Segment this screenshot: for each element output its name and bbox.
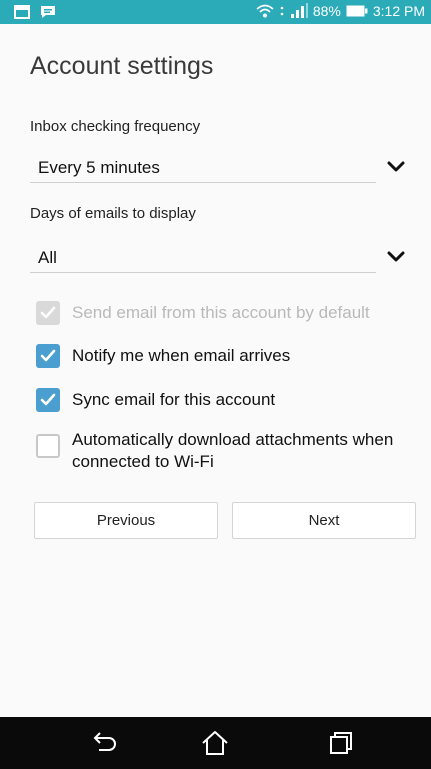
recents-icon[interactable] [326,729,356,757]
auto-download-label: Automatically download attachments when … [72,430,394,471]
battery-percent: 88% [312,3,341,19]
previous-button[interactable]: Previous [34,502,218,539]
auto-download-option[interactable]: Automatically download attachments when … [36,428,421,473]
sync-option[interactable]: Sync email for this account [36,388,421,412]
status-bar: 88% 3:12 PM [0,0,431,24]
signal-icon [290,3,308,19]
dropdown-underline [30,272,376,273]
chevron-down-icon [386,250,406,269]
home-icon[interactable] [200,729,230,757]
wifi-icon [256,4,274,18]
notify-option[interactable]: Notify me when email arrives [36,344,421,368]
default-account-checkbox [36,301,60,325]
days-to-display-dropdown[interactable]: All [30,242,420,276]
auto-download-checkbox[interactable] [36,434,60,458]
page-title: Account settings [30,52,214,80]
data-activity-icon [279,4,285,18]
inbox-frequency-value: Every 5 minutes [38,158,160,177]
back-icon[interactable] [90,729,120,757]
email-notification-icon [14,5,30,19]
notify-label: Notify me when email arrives [72,346,291,365]
battery-icon [346,5,368,17]
days-to-display-label: Days of emails to display [30,205,196,222]
inbox-frequency-label: Inbox checking frequency [30,118,201,135]
dropdown-underline [30,182,376,183]
days-to-display-value: All [38,248,57,267]
default-account-label: Send email from this account by default [72,303,370,322]
notify-checkbox[interactable] [36,344,60,368]
sync-checkbox[interactable] [36,388,60,412]
chevron-down-icon [386,160,406,179]
inbox-frequency-dropdown[interactable]: Every 5 minutes [30,152,420,186]
default-account-option: Send email from this account by default [36,301,421,325]
chat-notification-icon [40,5,56,19]
next-button[interactable]: Next [232,502,416,539]
sync-label: Sync email for this account [72,390,276,409]
clock: 3:12 PM [372,3,425,19]
navigation-bar [0,717,431,769]
